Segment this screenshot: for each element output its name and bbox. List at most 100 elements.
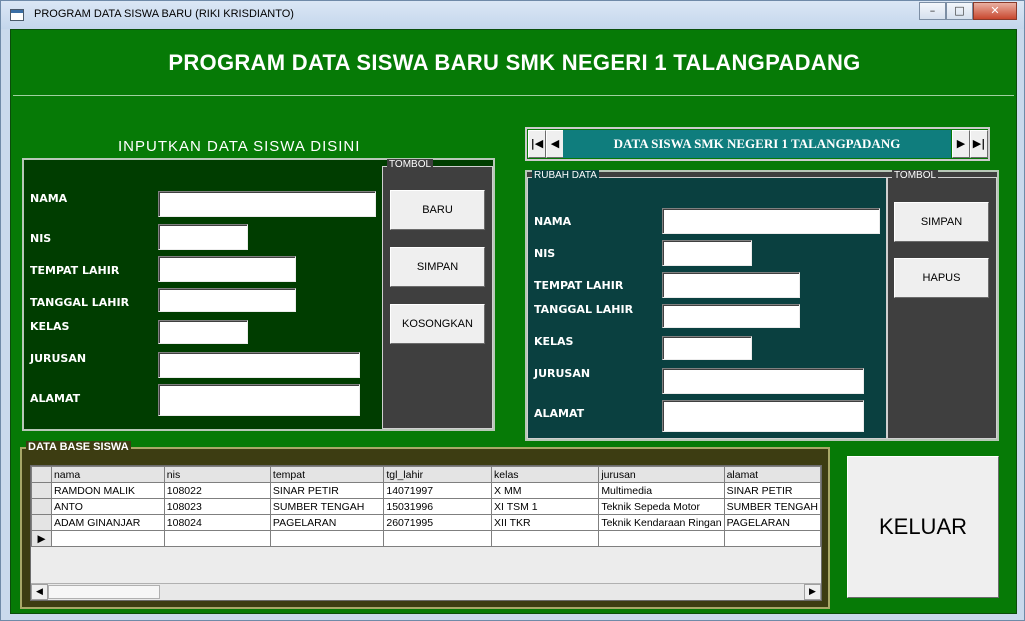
table-row[interactable]: RAMDON MALIK 108022 SINAR PETIR 14071997…: [31, 482, 821, 499]
edit-nis-input[interactable]: [662, 240, 752, 266]
table-cell[interactable]: PAGELARAN: [269, 514, 385, 531]
input-panel: NAMA NIS TEMPAT LAHIR TANGGAL LAHIR KELA…: [22, 158, 495, 431]
table-cell[interactable]: SUMBER TENGAH: [723, 498, 821, 515]
students-table: nama nis tempat tgl_lahir kelas jurusan …: [31, 466, 821, 547]
maximize-button[interactable]: □: [946, 2, 973, 20]
column-header[interactable]: tempat: [269, 466, 385, 483]
table-cell[interactable]: RAMDON MALIK: [50, 482, 165, 499]
title-divider: [13, 95, 1014, 96]
kosongkan-button[interactable]: KOSONGKAN: [390, 304, 485, 344]
edit-jurusan-input[interactable]: [662, 368, 864, 394]
app-icon: [10, 9, 24, 21]
next-record-button[interactable]: ▶: [952, 130, 970, 158]
table-cell[interactable]: SINAR PETIR: [723, 482, 821, 499]
label-nama: NAMA: [30, 192, 68, 205]
data-grid[interactable]: nama nis tempat tgl_lahir kelas jurusan …: [30, 465, 822, 601]
table-cell[interactable]: Teknik Sepeda Motor: [598, 498, 725, 515]
table-cell[interactable]: Multimedia: [598, 482, 725, 499]
edit-tanggal-lahir-input[interactable]: [662, 304, 800, 328]
new-row-marker[interactable]: ▶: [31, 530, 52, 547]
table-cell[interactable]: 15031996: [383, 498, 493, 515]
edit-label-kelas: KELAS: [534, 335, 574, 348]
window-controls: – □ ✕: [919, 2, 1017, 20]
edit-label-jurusan: JURUSAN: [534, 367, 591, 380]
column-header[interactable]: alamat: [723, 466, 821, 483]
table-cell[interactable]: Teknik Kendaraan Ringan: [598, 514, 725, 531]
edit-simpan-button[interactable]: SIMPAN: [894, 202, 989, 242]
database-group: DATA BASE SISWA nama nis tempat tgl_lahi…: [20, 441, 830, 609]
minimize-button[interactable]: –: [919, 2, 946, 20]
alamat-input[interactable]: [158, 384, 360, 416]
row-selector[interactable]: [31, 514, 52, 531]
scroll-left-button[interactable]: ◀: [31, 584, 48, 600]
close-button[interactable]: ✕: [973, 2, 1017, 20]
table-cell[interactable]: SINAR PETIR: [269, 482, 385, 499]
label-nis: NIS: [30, 232, 52, 245]
edit-tempat-lahir-input[interactable]: [662, 272, 800, 298]
scroll-right-button[interactable]: ▶: [804, 584, 821, 600]
kelas-input[interactable]: [158, 320, 248, 344]
table-row[interactable]: ANTO 108023 SUMBER TENGAH 15031996 XI TS…: [31, 498, 821, 515]
table-cell[interactable]: 14071997: [383, 482, 493, 499]
edit-label-alamat: ALAMAT: [534, 407, 585, 420]
table-cell[interactable]: [50, 530, 165, 547]
navigator-caption: DATA SISWA SMK NEGERI 1 TALANGPADANG: [563, 130, 951, 158]
table-row[interactable]: ADAM GINANJAR 108024 PAGELARAN 26071995 …: [31, 514, 821, 531]
table-cell[interactable]: SUMBER TENGAH: [269, 498, 385, 515]
nama-input[interactable]: [158, 191, 376, 217]
column-header[interactable]: nis: [163, 466, 271, 483]
table-cell[interactable]: 108022: [163, 482, 271, 499]
label-tempat-lahir: TEMPAT LAHIR: [30, 264, 120, 277]
simpan-button[interactable]: SIMPAN: [390, 247, 485, 287]
table-cell[interactable]: 108024: [163, 514, 271, 531]
label-alamat: ALAMAT: [30, 392, 81, 405]
edit-label-tanggal-lahir: TANGGAL LAHIR: [534, 303, 634, 316]
nis-input[interactable]: [158, 224, 248, 250]
tanggal-lahir-input[interactable]: [158, 288, 296, 312]
input-heading: INPUTKAN DATA SISWA DISINI: [118, 138, 361, 155]
edit-kelas-input[interactable]: [662, 336, 752, 360]
column-header[interactable]: kelas: [491, 466, 600, 483]
table-cell[interactable]: [491, 530, 600, 547]
table-cell[interactable]: [269, 530, 385, 547]
tombol-group: TOMBOL BARU SIMPAN KOSONGKAN: [382, 159, 493, 429]
app-window: PROGRAM DATA SISWA BARU (RIKI KRISDIANTO…: [0, 0, 1025, 621]
table-cell[interactable]: XI TSM 1: [491, 498, 600, 515]
main-form: PROGRAM DATA SISWA BARU SMK NEGERI 1 TAL…: [10, 29, 1017, 614]
first-record-button[interactable]: |◀: [528, 130, 546, 158]
table-cell[interactable]: ADAM GINANJAR: [50, 514, 165, 531]
table-header-row: nama nis tempat tgl_lahir kelas jurusan …: [31, 466, 821, 483]
table-cell[interactable]: 108023: [163, 498, 271, 515]
edit-alamat-input[interactable]: [662, 400, 864, 432]
jurusan-input[interactable]: [158, 352, 360, 378]
table-cell[interactable]: [598, 530, 725, 547]
table-cell[interactable]: ANTO: [50, 498, 165, 515]
label-jurusan: JURUSAN: [30, 352, 87, 365]
table-cell[interactable]: XII TKR: [491, 514, 600, 531]
column-header[interactable]: nama: [50, 466, 165, 483]
tempat-lahir-input[interactable]: [158, 256, 296, 282]
table-cell[interactable]: [383, 530, 493, 547]
table-cell[interactable]: PAGELARAN: [723, 514, 821, 531]
column-header[interactable]: jurusan: [598, 466, 725, 483]
edit-panel: RUBAH DATA NAMA NIS TEMPAT LAHIR TANGGAL…: [525, 170, 999, 441]
table-cell[interactable]: [723, 530, 821, 547]
row-selector[interactable]: [31, 498, 52, 515]
baru-button[interactable]: BARU: [390, 190, 485, 230]
scroll-thumb[interactable]: [48, 585, 160, 599]
horizontal-scrollbar[interactable]: ◀ ▶: [31, 583, 821, 600]
rubah-data-label: RUBAH DATA: [532, 170, 599, 181]
table-cell[interactable]: X MM: [491, 482, 600, 499]
row-selector[interactable]: [31, 482, 52, 499]
column-header[interactable]: tgl_lahir: [383, 466, 493, 483]
title-bar[interactable]: PROGRAM DATA SISWA BARU (RIKI KRISDIANTO…: [1, 1, 1024, 29]
hapus-button[interactable]: HAPUS: [894, 258, 989, 298]
prev-record-button[interactable]: ◀: [546, 130, 564, 158]
new-row[interactable]: ▶: [31, 530, 821, 547]
table-cell[interactable]: 26071995: [383, 514, 493, 531]
last-record-button[interactable]: ▶|: [970, 130, 988, 158]
table-cell[interactable]: [163, 530, 271, 547]
edit-nama-input[interactable]: [662, 208, 880, 234]
page-title: PROGRAM DATA SISWA BARU SMK NEGERI 1 TAL…: [168, 50, 861, 75]
keluar-button[interactable]: KELUAR: [847, 456, 999, 598]
